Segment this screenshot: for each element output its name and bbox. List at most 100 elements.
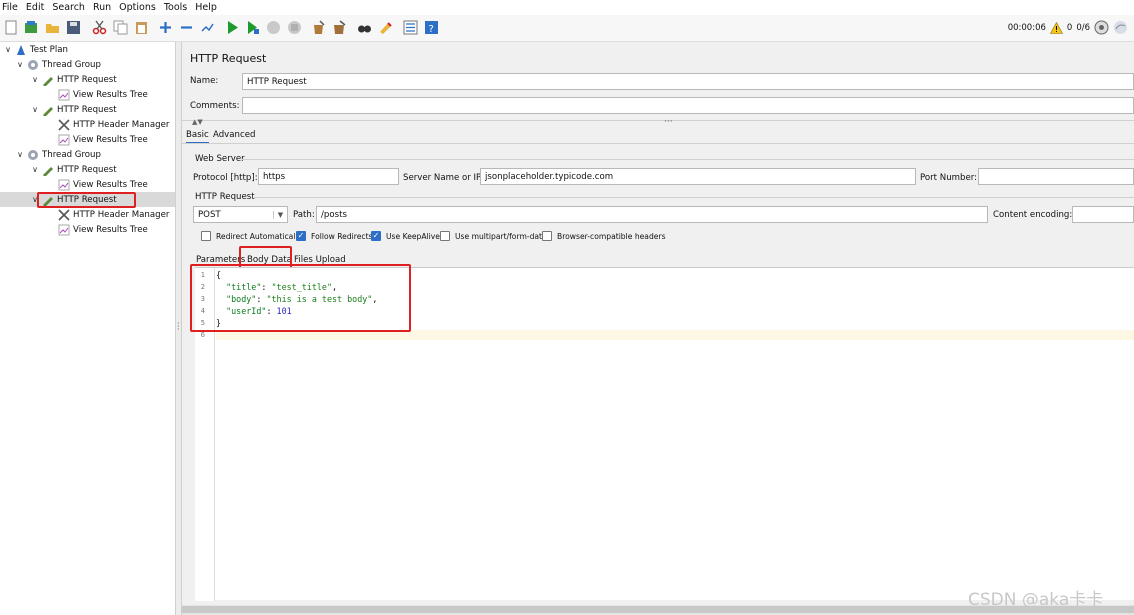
chevron-down-icon[interactable]: ∨ xyxy=(4,45,12,54)
line-number: 6 xyxy=(200,331,205,339)
server-name-field[interactable]: jsonplaceholder.typicode.com xyxy=(480,168,916,185)
tree-node-test-plan[interactable]: ∨ Test Plan xyxy=(4,42,68,57)
sampler-pencil-icon xyxy=(42,164,54,176)
current-line-highlight xyxy=(216,330,1134,340)
code-line[interactable]: } xyxy=(216,318,221,328)
tree-label: Thread Group xyxy=(42,149,101,160)
line-number: 5 xyxy=(200,319,205,327)
collapse-arrows-icon[interactable]: ▲▼ xyxy=(192,118,203,126)
json-key: "title" xyxy=(226,282,262,292)
menu-help[interactable]: Help xyxy=(195,2,217,13)
tree-node-view-results-tree[interactable]: View Results Tree xyxy=(58,177,148,192)
tree-node-thread-group[interactable]: ∨ Thread Group xyxy=(16,147,101,162)
tree-node-http-request[interactable]: ∨ HTTP Request xyxy=(31,72,117,87)
tree-node-view-results-tree[interactable]: View Results Tree xyxy=(58,222,148,237)
tree-node-http-request[interactable]: ∨ HTTP Request xyxy=(31,102,117,117)
tab-advanced[interactable]: Advanced xyxy=(213,130,255,140)
tree-node-view-results-tree[interactable]: View Results Tree xyxy=(58,132,148,147)
method-select[interactable]: POST ▼ xyxy=(193,206,288,223)
start-no-pauses-icon[interactable] xyxy=(245,20,260,35)
path-label: Path: xyxy=(293,210,315,220)
code-line[interactable]: "body": "this is a test body", xyxy=(216,294,377,304)
clear-icon[interactable] xyxy=(311,20,326,35)
elapsed-timer: 00:00:06 xyxy=(1007,22,1046,33)
follow-redirects-checkbox[interactable]: ✓ Follow Redirects xyxy=(296,231,373,241)
start-icon[interactable] xyxy=(225,20,240,35)
menu-search[interactable]: Search xyxy=(52,2,85,13)
checkmark-icon[interactable]: ✓ xyxy=(296,231,306,241)
subtab-files-upload[interactable]: Files Upload xyxy=(294,255,346,265)
code-line[interactable]: "userId": 101 xyxy=(216,306,292,316)
search-icon[interactable] xyxy=(357,20,372,35)
toggle-icon[interactable] xyxy=(200,20,215,35)
path-field[interactable]: /posts xyxy=(316,206,988,223)
open-icon[interactable] xyxy=(45,20,60,35)
copy-icon[interactable] xyxy=(113,20,128,35)
help-icon[interactable]: ? xyxy=(424,20,439,35)
expand-icon[interactable] xyxy=(158,20,173,35)
tree-label: HTTP Request xyxy=(57,194,117,205)
collapse-icon[interactable] xyxy=(179,20,194,35)
chevron-down-icon[interactable]: ∨ xyxy=(31,75,39,84)
shutdown-icon[interactable] xyxy=(287,20,302,35)
name-field[interactable]: HTTP Request xyxy=(242,73,1134,90)
save-icon[interactable] xyxy=(66,20,81,35)
tree-node-http-request[interactable]: ∨ HTTP Request xyxy=(31,162,117,177)
body-data-editor[interactable]: 1 2 3 4 5 6 { "title": "test_title", "bo… xyxy=(195,267,1134,601)
code-line[interactable]: "title": "test_title", xyxy=(216,282,337,292)
menu-file[interactable]: File xyxy=(2,2,18,13)
line-number-gutter: 1 2 3 4 5 6 xyxy=(195,268,215,601)
multipart-form-data-checkbox[interactable]: Use multipart/form-data xyxy=(440,231,547,241)
checkbox-label: Use multipart/form-data xyxy=(455,231,547,241)
use-keepalive-checkbox[interactable]: ✓ Use KeepAlive xyxy=(371,231,440,241)
checkmark-icon[interactable]: ✓ xyxy=(371,231,381,241)
chevron-down-icon[interactable]: ∨ xyxy=(16,150,24,159)
warning-icon[interactable] xyxy=(1049,21,1063,34)
checkbox-box[interactable] xyxy=(440,231,450,241)
sampler-pencil-icon xyxy=(42,104,54,116)
templates-icon[interactable] xyxy=(24,20,39,35)
reset-search-icon[interactable] xyxy=(378,20,393,35)
checkbox-box[interactable] xyxy=(542,231,552,241)
subtab-body-data[interactable]: Body Data xyxy=(247,255,292,265)
chevron-down-icon[interactable]: ▼ xyxy=(273,210,287,219)
status-area: 00:00:06 0 0/6 xyxy=(1008,20,1128,35)
chevron-down-icon[interactable]: ∨ xyxy=(31,195,39,204)
function-helper-icon[interactable] xyxy=(403,20,418,35)
menu-options[interactable]: Options xyxy=(119,2,156,13)
redirect-automatically-checkbox[interactable]: Redirect Automatically xyxy=(201,231,302,241)
cut-icon[interactable] xyxy=(92,20,107,35)
code-line[interactable]: { xyxy=(216,270,221,280)
tree-node-header-manager[interactable]: HTTP Header Manager xyxy=(58,207,169,222)
splitter-grip-icon[interactable]: · · · xyxy=(177,320,181,334)
protocol-field[interactable]: https xyxy=(258,168,399,185)
clear-all-icon[interactable] xyxy=(332,20,347,35)
divider xyxy=(254,197,1134,198)
menu-run[interactable]: Run xyxy=(93,2,111,13)
chevron-down-icon[interactable]: ∨ xyxy=(31,105,39,114)
browser-compatible-headers-checkbox[interactable]: Browser-compatible headers xyxy=(542,231,666,241)
tree-node-header-manager[interactable]: HTTP Header Manager xyxy=(58,117,169,132)
chevron-down-icon[interactable]: ∨ xyxy=(16,60,24,69)
port-number-field[interactable] xyxy=(978,168,1134,185)
menu-edit[interactable]: Edit xyxy=(26,2,44,13)
stop-icon[interactable] xyxy=(266,20,281,35)
content-encoding-field[interactable] xyxy=(1072,206,1134,223)
subtab-parameters[interactable]: Parameters xyxy=(196,255,245,265)
tree-node-thread-group[interactable]: ∨ Thread Group xyxy=(16,57,101,72)
comments-field[interactable] xyxy=(242,97,1134,114)
tree-node-view-results-tree[interactable]: View Results Tree xyxy=(58,87,148,102)
tab-basic[interactable]: Basic xyxy=(186,130,209,144)
new-icon[interactable] xyxy=(4,20,19,35)
chevron-down-icon[interactable]: ∨ xyxy=(31,165,39,174)
tree-node-http-request-selected[interactable]: ∨ HTTP Request xyxy=(0,192,175,207)
paste-icon[interactable] xyxy=(134,20,149,35)
gear-icon xyxy=(27,59,39,71)
checkbox-box[interactable] xyxy=(201,231,211,241)
resize-grip-icon[interactable]: ··· xyxy=(664,117,673,127)
tree-label: HTTP Request xyxy=(57,74,117,85)
json-key: "userId" xyxy=(226,306,267,316)
menu-tools[interactable]: Tools xyxy=(164,2,187,13)
tree-label: HTTP Header Manager xyxy=(73,119,170,130)
remote-start-icon[interactable] xyxy=(1094,20,1109,35)
